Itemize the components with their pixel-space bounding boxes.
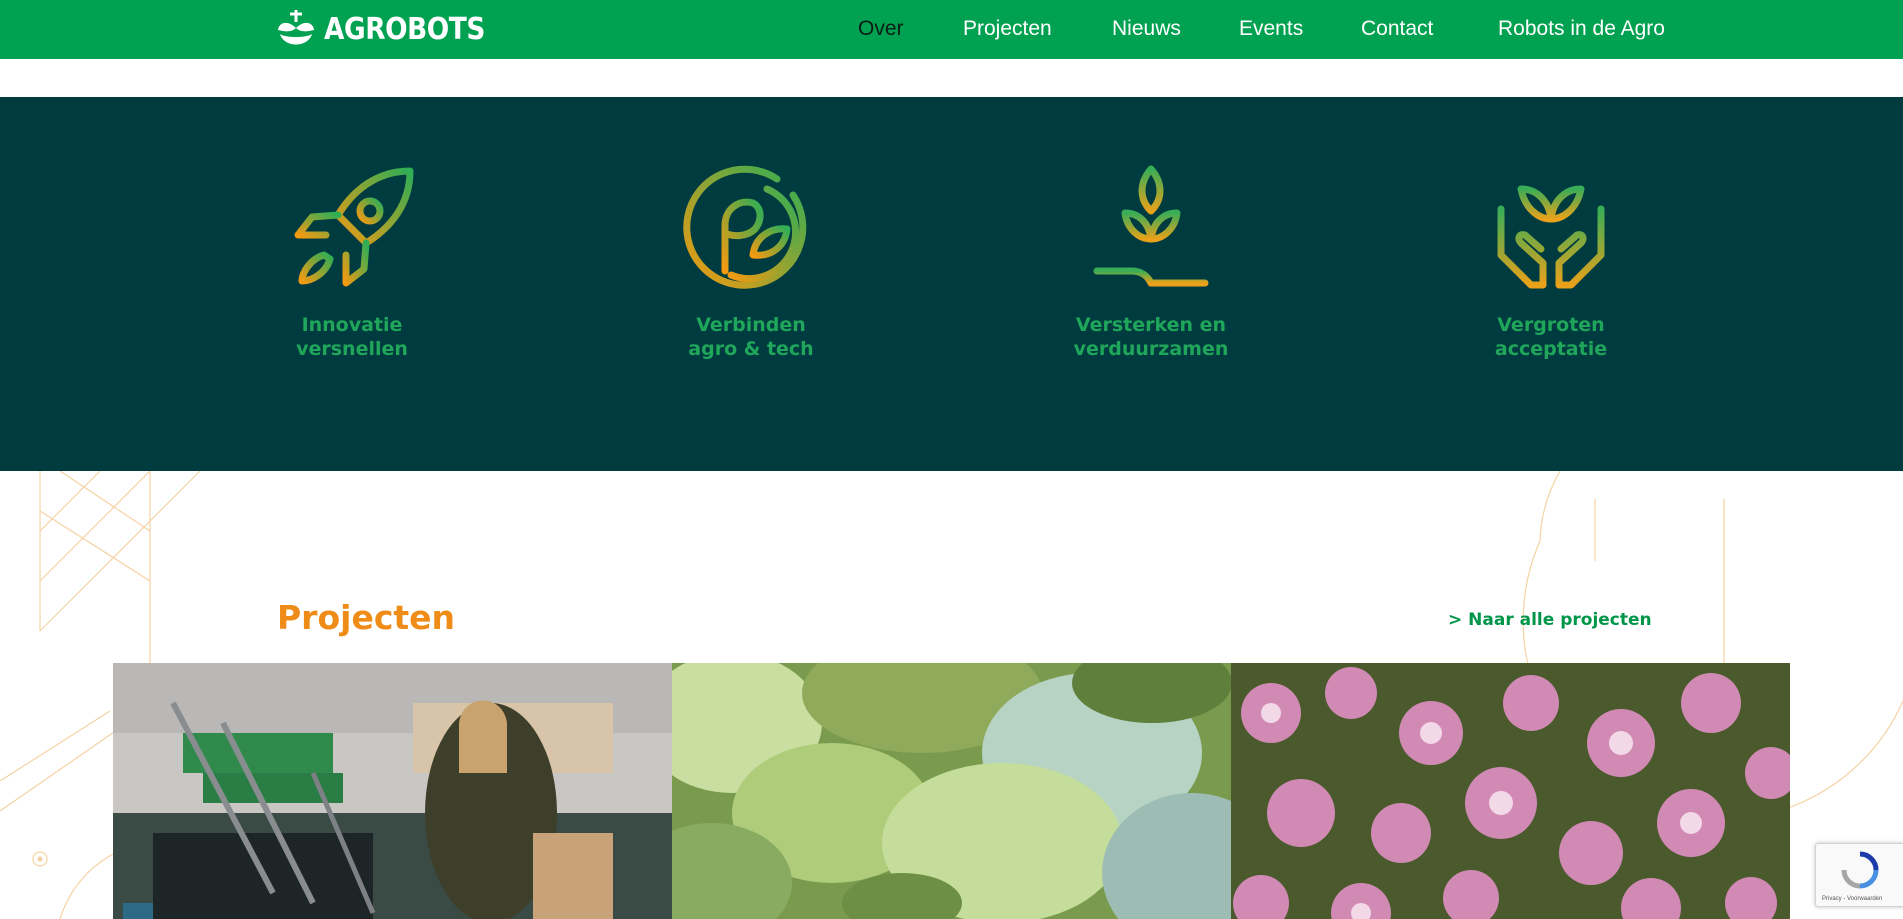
hands-plant-icon [1497, 185, 1605, 289]
recaptcha-badge[interactable]: Privacy - Voorwaarden [1815, 843, 1903, 907]
cabbage-field-photo [672, 663, 1231, 919]
project-card-lilies[interactable] [1231, 663, 1790, 919]
top-navigation-bar: AGROBOTS Over Projecten Nieuws Events Co… [0, 0, 1903, 59]
feature-label-line2: versnellen [296, 338, 408, 360]
features-section: Innovatie versnellen Verbinden agro & te… [0, 97, 1903, 471]
pink-lilies-photo [1231, 663, 1790, 919]
feature-label-line2: verduurzamen [1073, 338, 1229, 360]
all-projects-link[interactable]: > Naar alle projecten [1448, 610, 1652, 630]
feature-label-line1: Vergroten [1497, 314, 1605, 336]
project-card-cabbage[interactable] [672, 663, 1231, 919]
project-card-packing-line[interactable] [113, 663, 672, 919]
nav-item-events[interactable]: Events [1239, 17, 1303, 41]
packing-line-worker-photo [113, 663, 672, 919]
feature-label-line1: Innovatie [301, 314, 403, 336]
nav-item-nieuws[interactable]: Nieuws [1112, 17, 1181, 41]
nav-item-robots-in-de-agro[interactable]: Robots in de Agro [1498, 17, 1665, 41]
recaptcha-text[interactable]: Privacy - Voorwaarden [1822, 896, 1882, 902]
feature-label-line1: Versterken en [1075, 314, 1227, 336]
feature-label-line2: agro & tech [688, 338, 814, 360]
feature-label-line1: Verbinden [696, 314, 806, 336]
nav-item-over[interactable]: Over [858, 17, 904, 41]
nav-item-contact[interactable]: Contact [1361, 17, 1433, 41]
feature-vergroten: Vergroten acceptatie [1421, 159, 1681, 361]
feature-versterken: Versterken en verduurzamen [1021, 159, 1281, 361]
plant-field-icon [1093, 165, 1209, 289]
leaf-circle-icon [683, 165, 807, 289]
feature-verbinden: Verbinden agro & tech [621, 159, 881, 361]
projects-heading: Projecten [277, 598, 456, 637]
main-nav: Over Projecten Nieuws Events Contact Rob… [0, 17, 1903, 43]
feature-label-line2: acceptatie [1494, 338, 1608, 360]
recaptcha-icon [1841, 851, 1879, 889]
feature-innovatie: Innovatie versnellen [222, 159, 482, 361]
nav-item-projecten[interactable]: Projecten [963, 17, 1052, 41]
rocket-icon [294, 167, 414, 287]
